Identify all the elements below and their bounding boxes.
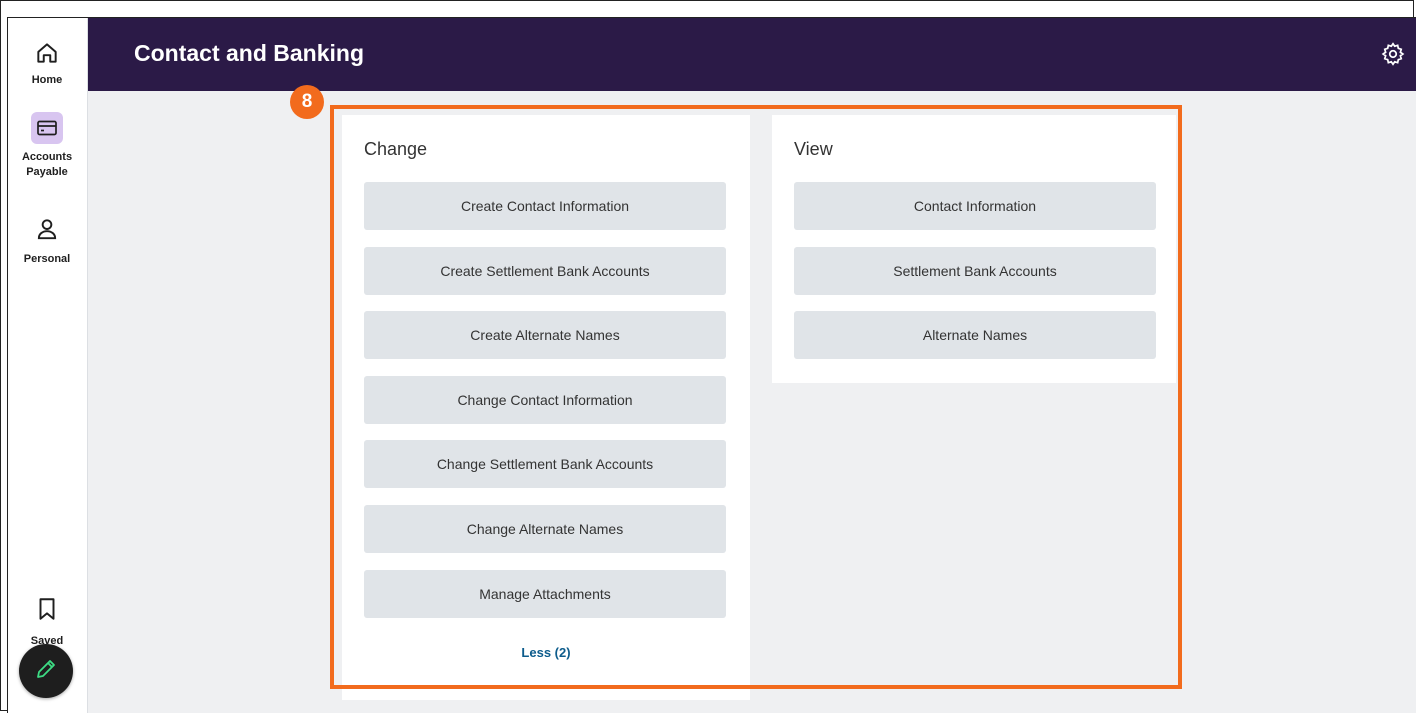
rail-item-label: Home [31,74,63,86]
frame-left-border [7,18,8,713]
view-alternate-names-button[interactable]: Alternate Names [794,311,1156,359]
change-settlement-bank-accounts-button[interactable]: Change Settlement Bank Accounts [364,440,726,488]
view-card-title: View [794,139,833,159]
less-link[interactable]: Less (2) [342,645,750,660]
view-settlement-bank-accounts-button[interactable]: Settlement Bank Accounts [794,247,1156,295]
main-content: Change Create Contact Information Create… [88,91,1416,713]
left-nav-rail: Home Accounts Payable Personal Saved [7,18,88,713]
rail-item-label: Saved [30,635,64,644]
change-card-title: Change [364,139,428,159]
change-contact-information-button[interactable]: Change Contact Information [364,376,726,424]
page-header: Contact and Banking [88,18,1416,91]
rail-item-home[interactable]: Home [7,40,87,88]
pencil-icon [34,657,58,686]
view-card: View Contact Information Settlement Bank… [772,115,1176,383]
rail-item-label: Accounts Payable [21,151,73,178]
manage-attachments-button[interactable]: Manage Attachments [364,570,726,618]
credit-card-icon [31,112,63,144]
home-icon [34,40,60,66]
step-badge: 8 [290,85,324,119]
create-settlement-bank-accounts-button[interactable]: Create Settlement Bank Accounts [364,247,726,295]
change-card: Change Create Contact Information Create… [342,115,750,700]
rail-item-saved[interactable]: Saved [7,596,87,644]
bookmark-icon [34,596,60,622]
edit-fab-button[interactable] [19,644,73,698]
gear-icon[interactable] [1380,41,1406,67]
rail-item-label: Personal [23,253,71,265]
view-contact-information-button[interactable]: Contact Information [794,182,1156,230]
create-contact-information-button[interactable]: Create Contact Information [364,182,726,230]
rail-item-accounts-payable[interactable]: Accounts Payable [7,112,87,180]
person-icon [34,216,60,242]
page-title: Contact and Banking [134,40,365,66]
rail-item-personal[interactable]: Personal [7,216,87,267]
create-alternate-names-button[interactable]: Create Alternate Names [364,311,726,359]
change-alternate-names-button[interactable]: Change Alternate Names [364,505,726,553]
